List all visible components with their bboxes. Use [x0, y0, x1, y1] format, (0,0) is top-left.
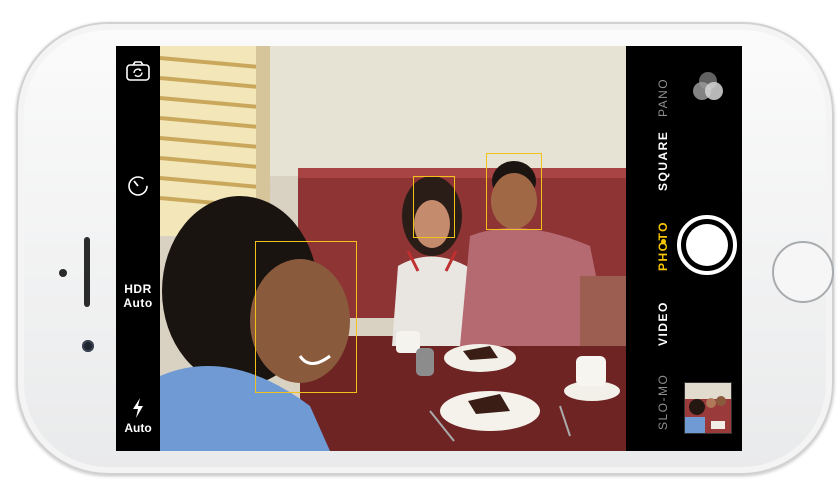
- earpiece-speaker: [84, 237, 90, 307]
- shutter-button-inner: [686, 224, 728, 266]
- camera-flip-button[interactable]: [116, 60, 160, 87]
- filters-icon: [693, 72, 723, 100]
- filters-button[interactable]: [688, 68, 728, 108]
- front-camera: [82, 340, 94, 352]
- mode-selector[interactable]: PANO SQUARE PHOTO VIDEO SLO-MO: [654, 46, 672, 451]
- mode-video[interactable]: VIDEO: [654, 296, 672, 352]
- camera-screen: HDR Auto Auto PANO SQUARE PHOTO VIDEO SL…: [116, 46, 742, 451]
- last-photo-thumbnail[interactable]: [684, 382, 732, 434]
- face-detection-box: [413, 176, 455, 238]
- hdr-value: Auto: [123, 296, 153, 310]
- right-control-bar: PANO SQUARE PHOTO VIDEO SLO-MO: [626, 46, 742, 451]
- mode-pano[interactable]: PANO: [654, 72, 672, 122]
- viewfinder[interactable]: [160, 46, 626, 451]
- flash-button[interactable]: Auto: [116, 398, 160, 435]
- mode-photo[interactable]: PHOTO: [654, 218, 672, 274]
- proximity-sensor: [59, 269, 67, 277]
- home-button[interactable]: [772, 241, 834, 303]
- hdr-button[interactable]: HDR Auto: [116, 282, 160, 310]
- flash-value: Auto: [124, 421, 152, 435]
- mode-timelapse[interactable]: [654, 434, 672, 450]
- hdr-label: HDR: [124, 282, 152, 296]
- camera-flip-icon: [126, 61, 150, 81]
- flash-icon: [133, 398, 143, 418]
- face-detection-box: [486, 153, 542, 230]
- timer-button[interactable]: [116, 174, 160, 203]
- viewfinder-scene: [160, 46, 626, 451]
- mode-square[interactable]: SQUARE: [654, 126, 672, 196]
- face-detection-box: [255, 241, 357, 393]
- left-control-bar: HDR Auto Auto: [116, 46, 160, 451]
- timer-icon: [128, 176, 148, 196]
- thumbnail-image: [685, 383, 731, 433]
- mode-slomo[interactable]: SLO-MO: [654, 372, 672, 432]
- shutter-button[interactable]: [677, 215, 737, 275]
